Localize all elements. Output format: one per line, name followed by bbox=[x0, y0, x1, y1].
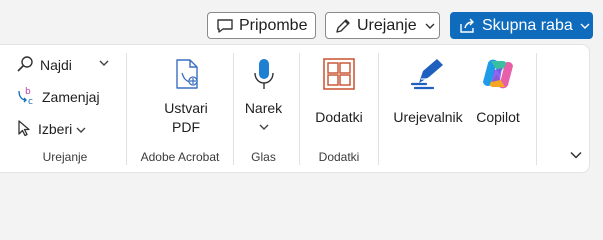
select-label: Izberi bbox=[38, 121, 73, 137]
dictate-label: Narek bbox=[244, 100, 283, 116]
chevron-down-icon bbox=[580, 22, 590, 30]
svg-text:c: c bbox=[28, 97, 33, 106]
replace-label: Zamenjaj bbox=[42, 89, 100, 105]
addins-button[interactable]: Dodatki bbox=[306, 57, 372, 127]
cursor-arrow-icon bbox=[16, 119, 32, 140]
addins-group-label: Dodatki bbox=[318, 150, 360, 164]
ribbon-panel: Najdi b c Zamenjaj Izberi Urejanje Ustva… bbox=[0, 44, 590, 173]
voice-group-label: Glas bbox=[251, 150, 276, 164]
create-pdf-button[interactable]: Ustvari PDF bbox=[140, 57, 232, 137]
chevron-down-icon bbox=[425, 22, 435, 30]
create-pdf-label-line1: Ustvari bbox=[164, 100, 208, 116]
expand-ribbon-chevron-down-icon[interactable] bbox=[570, 146, 582, 164]
copilot-button[interactable]: Copilot bbox=[470, 57, 526, 127]
group-divider bbox=[536, 53, 537, 165]
copilot-logo-icon bbox=[480, 57, 516, 94]
create-pdf-icon bbox=[169, 57, 203, 94]
copilot-label: Copilot bbox=[476, 109, 520, 125]
share-button[interactable]: Skupna raba bbox=[450, 12, 593, 39]
editor-label: Urejevalnik bbox=[393, 109, 463, 125]
group-divider bbox=[126, 53, 127, 165]
dictate-button[interactable]: Narek bbox=[236, 57, 291, 134]
find-label: Najdi bbox=[40, 57, 72, 73]
find-button[interactable]: Najdi bbox=[16, 54, 72, 76]
comments-button[interactable]: Pripombe bbox=[207, 12, 316, 39]
find-chevron-down-icon[interactable] bbox=[99, 59, 109, 70]
editor-button[interactable]: Urejevalnik bbox=[388, 57, 468, 127]
editor-pen-icon bbox=[409, 57, 447, 94]
search-icon bbox=[16, 55, 34, 76]
chevron-down-icon bbox=[259, 118, 269, 134]
chevron-down-icon bbox=[76, 121, 86, 137]
editing-group-label: Urejanje bbox=[42, 150, 88, 164]
editing-mode-label: Urejanje bbox=[357, 16, 417, 34]
replace-icon: b c bbox=[16, 86, 36, 109]
addins-grid-icon bbox=[322, 57, 356, 94]
share-icon bbox=[459, 18, 477, 34]
title-bar-actions: Pripombe Urejanje Skupna raba bbox=[0, 0, 603, 44]
replace-button[interactable]: b c Zamenjaj bbox=[16, 86, 100, 108]
acrobat-group-label: Adobe Acrobat bbox=[140, 150, 220, 164]
group-divider bbox=[378, 53, 379, 165]
select-button[interactable]: Izberi bbox=[16, 118, 86, 140]
comments-label: Pripombe bbox=[239, 16, 308, 34]
addins-label: Dodatki bbox=[315, 109, 363, 125]
create-pdf-label-line2: PDF bbox=[172, 119, 200, 135]
comment-icon bbox=[216, 18, 234, 34]
pencil-icon bbox=[334, 17, 352, 35]
share-label: Skupna raba bbox=[482, 16, 573, 34]
group-divider bbox=[233, 53, 234, 165]
svg-text:b: b bbox=[25, 87, 31, 97]
editing-mode-button[interactable]: Urejanje bbox=[325, 12, 440, 39]
microphone-icon bbox=[249, 57, 279, 96]
group-divider bbox=[299, 53, 300, 165]
